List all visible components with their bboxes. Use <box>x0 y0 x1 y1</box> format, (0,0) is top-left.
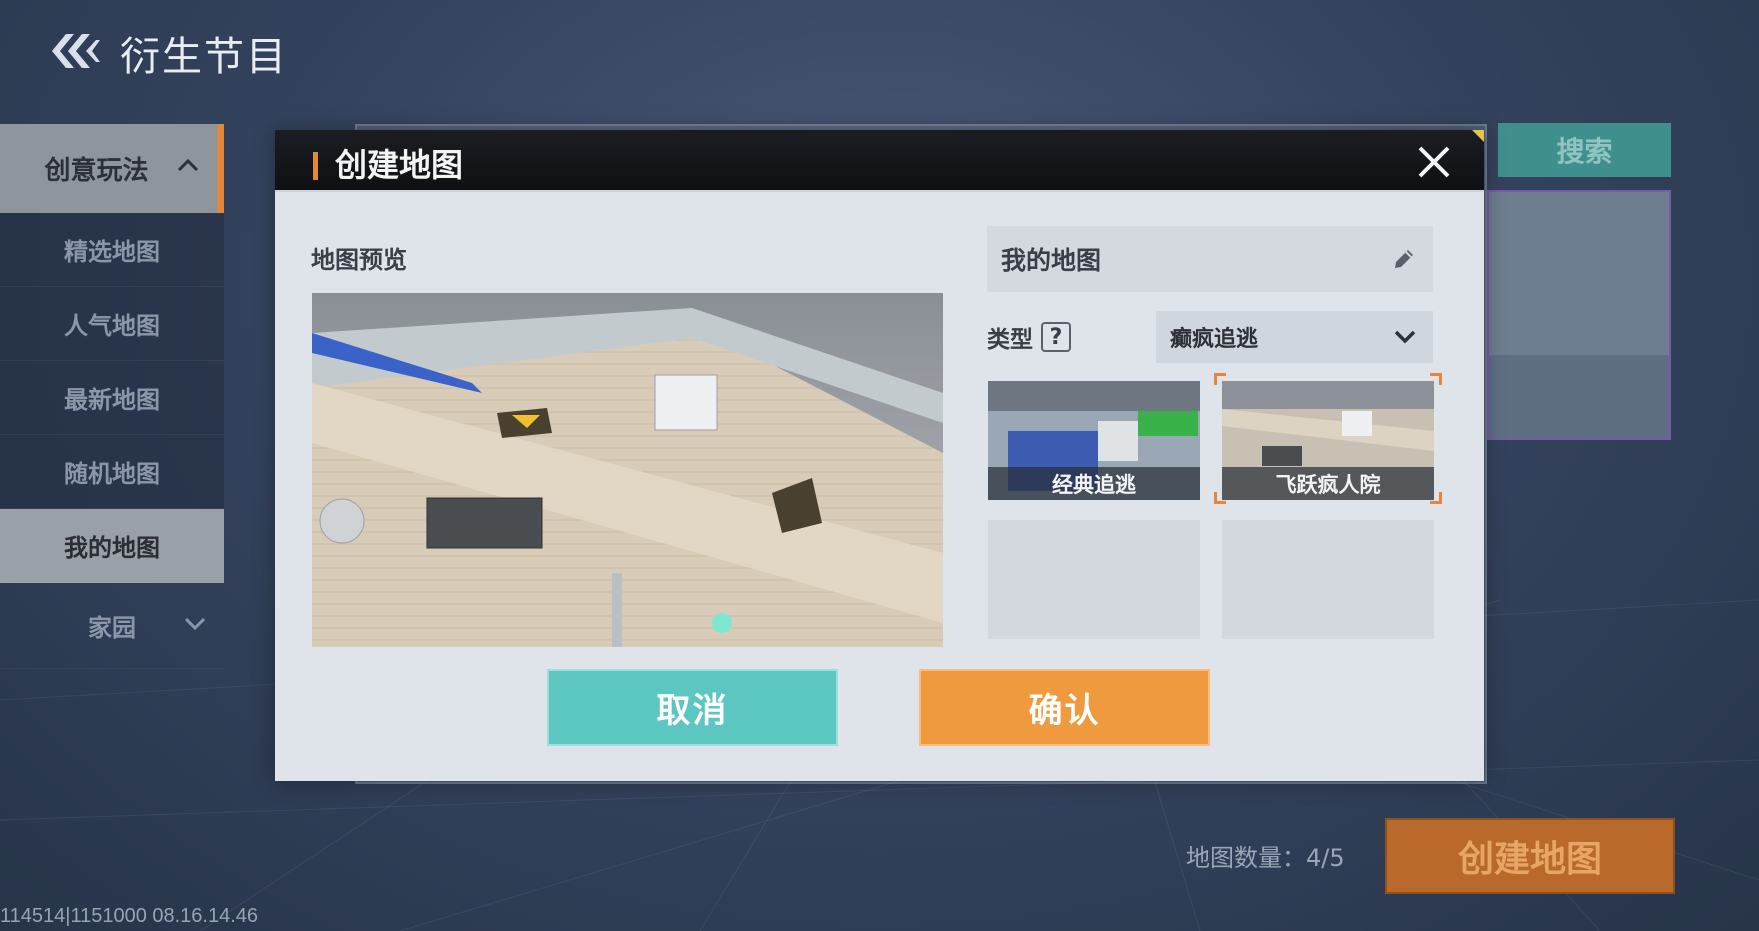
template-caption: 飞跃疯人院 <box>1222 467 1434 500</box>
sidebar-item-home[interactable]: 家园 <box>0 583 224 669</box>
map-count-value: 4/5 <box>1306 844 1345 872</box>
template-tile-classic[interactable]: 经典追逃 <box>988 381 1200 500</box>
create-map-button[interactable]: 创建地图 <box>1385 818 1675 894</box>
sidebar-section-creative[interactable]: 创意玩法 <box>0 124 224 213</box>
map-preview-image <box>312 293 943 647</box>
sidebar-item-featured[interactable]: 精选地图 <box>0 213 224 287</box>
preview-label: 地图预览 <box>311 246 407 274</box>
template-tile-empty <box>1222 520 1434 639</box>
confirm-button[interactable]: 确认 <box>919 669 1210 746</box>
version-text: 114514|1151000 08.16.14.46 <box>0 905 259 927</box>
map-name-value: 我的地图 <box>1001 246 1102 275</box>
sidebar: 创意玩法 精选地图 人气地图 最新地图 随机地图 我的地图 家园 <box>0 124 224 669</box>
help-icon[interactable]: ? <box>1041 322 1071 352</box>
page-title: 衍生节目 <box>120 34 288 80</box>
type-select-value: 癫疯追逃 <box>1170 327 1259 352</box>
selection-corner <box>1430 373 1442 385</box>
sidebar-item-popular[interactable]: 人气地图 <box>0 287 224 361</box>
sidebar-home-label: 家园 <box>88 614 136 642</box>
sidebar-section-label: 创意玩法 <box>44 156 149 186</box>
sidebar-item-my-maps[interactable]: 我的地图 <box>0 509 224 583</box>
map-name-field[interactable]: 我的地图 <box>987 226 1433 292</box>
map-count-label: 地图数量： <box>1186 844 1306 872</box>
template-caption: 经典追逃 <box>988 467 1200 500</box>
close-icon[interactable] <box>1414 142 1454 182</box>
map-preview-scene <box>312 293 943 647</box>
create-map-dialog: 创建地图 地图预览 我的地图 类型 ? 癫疯追逃 经典追逃 飞跃疯人院 取消 确… <box>275 130 1484 781</box>
chevron-down-icon <box>184 617 206 631</box>
dialog-header: 创建地图 <box>275 130 1484 192</box>
back-icon[interactable] <box>48 30 102 72</box>
type-label-group: 类型 ? <box>987 320 1071 354</box>
template-tile-empty <box>988 520 1200 639</box>
template-tile-asylum[interactable]: 飞跃疯人院 <box>1222 381 1434 500</box>
header-accent-bar <box>313 152 318 180</box>
map-count: 地图数量：4/5 <box>1186 838 1345 873</box>
selection-corner <box>1430 492 1442 504</box>
search-button[interactable]: 搜索 <box>1498 123 1671 177</box>
sidebar-item-random[interactable]: 随机地图 <box>0 435 224 509</box>
chevron-down-icon <box>1394 330 1416 344</box>
background-map-thumbnail-image <box>1489 192 1669 355</box>
selection-corner <box>1214 373 1226 385</box>
cancel-button[interactable]: 取消 <box>547 669 838 746</box>
header-corner-decoration <box>1472 130 1484 142</box>
type-label: 类型 <box>987 327 1033 353</box>
dialog-title: 创建地图 <box>335 146 464 184</box>
type-select[interactable]: 癫疯追逃 <box>1156 311 1433 363</box>
chevron-up-icon <box>177 158 199 172</box>
pencil-icon[interactable] <box>1391 246 1417 272</box>
selection-corner <box>1214 492 1226 504</box>
sidebar-item-newest[interactable]: 最新地图 <box>0 361 224 435</box>
background-map-thumbnail[interactable] <box>1487 190 1671 440</box>
